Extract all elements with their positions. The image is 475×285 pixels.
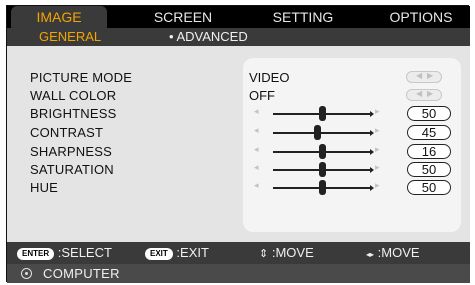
wall-color-label: WALL COLOR <box>30 88 117 103</box>
source-icon <box>21 268 32 279</box>
tab-bar: IMAGE SCREEN SETTING OPTIONS <box>7 6 470 28</box>
picture-mode-label: PICTURE MODE <box>30 70 133 85</box>
saturation-slider[interactable]: ◂ ▸ <box>253 161 385 177</box>
slider-knob[interactable] <box>319 162 326 177</box>
slider-knob[interactable] <box>314 125 321 140</box>
subtab-advanced[interactable]: • ADVANCED <box>169 28 248 46</box>
right-arrow-icon: ▶ <box>427 71 434 80</box>
decrease-arrow-icon: ◂ <box>254 144 259 154</box>
hint-move-vertical-text: :MOVE <box>271 245 314 260</box>
hint-move-vertical: ⇕ :MOVE <box>259 242 314 264</box>
hue-label: HUE <box>30 180 59 195</box>
saturation-value: 50 <box>407 162 451 177</box>
sharpness-slider[interactable]: ◂ ▸ <box>253 143 385 159</box>
left-arrow-icon: ◀ <box>416 89 423 98</box>
exit-key-icon: EXIT <box>145 248 173 260</box>
decrease-arrow-icon: ◂ <box>254 125 259 135</box>
sharpness-value: 16 <box>407 144 451 159</box>
enter-key-icon: ENTER <box>17 248 55 260</box>
saturation-label: SATURATION <box>30 162 114 177</box>
picture-mode-value: VIDEO <box>249 70 290 85</box>
wall-color-value: OFF <box>249 88 275 103</box>
source-label: COMPUTER <box>43 266 120 281</box>
hint-exit-text: :EXIT <box>176 245 209 260</box>
source-bar: COMPUTER <box>7 264 470 283</box>
left-arrow-icon: ◀ <box>416 71 423 80</box>
hint-move-horizontal-text: :MOVE <box>377 245 420 260</box>
increase-arrow-icon: ▸ <box>375 125 380 135</box>
contrast-value: 45 <box>407 125 451 140</box>
settings-content: PICTURE MODE VIDEO ◀ ▶ WALL COLOR OFF ◀ … <box>7 46 470 242</box>
hint-move-horizontal: ◂▸ :MOVE <box>366 242 420 264</box>
slider-track <box>273 130 374 136</box>
tab-options[interactable]: OPTIONS <box>373 6 469 28</box>
decrease-arrow-icon: ◂ <box>254 162 259 172</box>
updown-arrows-icon: ⇕ <box>259 248 269 260</box>
increase-arrow-icon: ▸ <box>375 180 380 190</box>
subtab-general[interactable]: GENERAL <box>39 28 101 46</box>
hue-value: 50 <box>407 180 451 195</box>
hint-bar: ENTER :SELECT EXIT :EXIT ⇕ :MOVE ◂▸ :MOV… <box>7 242 470 264</box>
tab-image[interactable]: IMAGE <box>11 6 107 28</box>
subtab-bar: GENERAL • ADVANCED <box>7 28 470 46</box>
sharpness-label: SHARPNESS <box>30 144 112 159</box>
brightness-label: BRIGHTNESS <box>30 106 117 121</box>
slider-knob[interactable] <box>319 180 326 195</box>
hint-select-text: :SELECT <box>57 245 112 260</box>
picture-mode-selector[interactable]: ◀ ▶ <box>406 71 442 83</box>
brightness-slider[interactable]: ◂ ▸ <box>253 105 385 121</box>
slider-knob[interactable] <box>319 144 326 159</box>
osd-menu: IMAGE SCREEN SETTING OPTIONS GENERAL • A… <box>6 5 470 283</box>
increase-arrow-icon: ▸ <box>375 144 380 154</box>
increase-arrow-icon: ▸ <box>375 106 380 116</box>
hue-slider[interactable]: ◂ ▸ <box>253 179 385 195</box>
leftright-arrows-icon: ◂▸ <box>366 250 375 259</box>
decrease-arrow-icon: ◂ <box>254 106 259 116</box>
decrease-arrow-icon: ◂ <box>254 180 259 190</box>
right-arrow-icon: ▶ <box>427 89 434 98</box>
slider-knob[interactable] <box>319 106 326 121</box>
hint-exit: EXIT :EXIT <box>145 242 209 264</box>
brightness-value: 50 <box>407 106 451 121</box>
increase-arrow-icon: ▸ <box>375 162 380 172</box>
tab-screen[interactable]: SCREEN <box>135 6 231 28</box>
hint-select: ENTER :SELECT <box>17 242 112 264</box>
wall-color-selector[interactable]: ◀ ▶ <box>406 89 442 101</box>
contrast-label: CONTRAST <box>30 125 104 140</box>
tab-setting[interactable]: SETTING <box>255 6 351 28</box>
contrast-slider[interactable]: ◂ ▸ <box>253 124 385 140</box>
